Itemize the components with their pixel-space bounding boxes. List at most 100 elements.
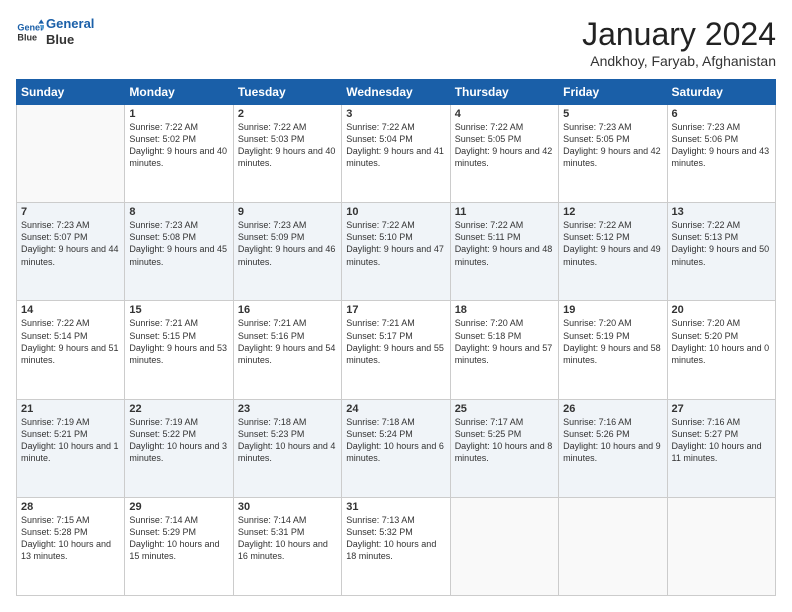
day-number: 22: [129, 403, 228, 415]
day-info: Sunrise: 7:23 AM Sunset: 5:06 PM Dayligh…: [672, 121, 771, 170]
calendar-cell: 30Sunrise: 7:14 AM Sunset: 5:31 PM Dayli…: [233, 497, 341, 595]
day-number: 10: [346, 206, 445, 218]
calendar-cell: 20Sunrise: 7:20 AM Sunset: 5:20 PM Dayli…: [667, 301, 775, 399]
weekday-sunday: Sunday: [17, 80, 125, 105]
calendar-cell: 17Sunrise: 7:21 AM Sunset: 5:17 PM Dayli…: [342, 301, 450, 399]
day-number: 28: [21, 501, 120, 513]
calendar-cell: 9Sunrise: 7:23 AM Sunset: 5:09 PM Daylig…: [233, 203, 341, 301]
day-info: Sunrise: 7:17 AM Sunset: 5:25 PM Dayligh…: [455, 416, 554, 465]
week-row-1: 7Sunrise: 7:23 AM Sunset: 5:07 PM Daylig…: [17, 203, 776, 301]
calendar-cell: 6Sunrise: 7:23 AM Sunset: 5:06 PM Daylig…: [667, 105, 775, 203]
day-number: 8: [129, 206, 228, 218]
calendar-cell: 19Sunrise: 7:20 AM Sunset: 5:19 PM Dayli…: [559, 301, 667, 399]
day-number: 30: [238, 501, 337, 513]
page-header: General Blue General Blue January 2024 A…: [16, 16, 776, 69]
calendar-cell: 2Sunrise: 7:22 AM Sunset: 5:03 PM Daylig…: [233, 105, 341, 203]
logo-text: General Blue: [46, 16, 94, 47]
day-info: Sunrise: 7:22 AM Sunset: 5:13 PM Dayligh…: [672, 219, 771, 268]
day-info: Sunrise: 7:22 AM Sunset: 5:10 PM Dayligh…: [346, 219, 445, 268]
weekday-wednesday: Wednesday: [342, 80, 450, 105]
day-info: Sunrise: 7:20 AM Sunset: 5:20 PM Dayligh…: [672, 317, 771, 366]
week-row-3: 21Sunrise: 7:19 AM Sunset: 5:21 PM Dayli…: [17, 399, 776, 497]
day-info: Sunrise: 7:16 AM Sunset: 5:27 PM Dayligh…: [672, 416, 771, 465]
day-number: 20: [672, 304, 771, 316]
calendar-cell: 11Sunrise: 7:22 AM Sunset: 5:11 PM Dayli…: [450, 203, 558, 301]
calendar-cell: 4Sunrise: 7:22 AM Sunset: 5:05 PM Daylig…: [450, 105, 558, 203]
calendar-cell: 3Sunrise: 7:22 AM Sunset: 5:04 PM Daylig…: [342, 105, 450, 203]
day-number: 6: [672, 108, 771, 120]
calendar-cell: [450, 497, 558, 595]
calendar-cell: 14Sunrise: 7:22 AM Sunset: 5:14 PM Dayli…: [17, 301, 125, 399]
calendar-cell: 27Sunrise: 7:16 AM Sunset: 5:27 PM Dayli…: [667, 399, 775, 497]
day-number: 27: [672, 403, 771, 415]
logo-icon: General Blue: [16, 18, 44, 46]
calendar-cell: [559, 497, 667, 595]
day-info: Sunrise: 7:14 AM Sunset: 5:31 PM Dayligh…: [238, 514, 337, 563]
calendar-cell: 26Sunrise: 7:16 AM Sunset: 5:26 PM Dayli…: [559, 399, 667, 497]
day-number: 1: [129, 108, 228, 120]
day-number: 5: [563, 108, 662, 120]
weekday-thursday: Thursday: [450, 80, 558, 105]
day-info: Sunrise: 7:22 AM Sunset: 5:11 PM Dayligh…: [455, 219, 554, 268]
calendar-cell: 24Sunrise: 7:18 AM Sunset: 5:24 PM Dayli…: [342, 399, 450, 497]
day-info: Sunrise: 7:22 AM Sunset: 5:02 PM Dayligh…: [129, 121, 228, 170]
day-number: 26: [563, 403, 662, 415]
calendar-cell: 7Sunrise: 7:23 AM Sunset: 5:07 PM Daylig…: [17, 203, 125, 301]
calendar-cell: 29Sunrise: 7:14 AM Sunset: 5:29 PM Dayli…: [125, 497, 233, 595]
weekday-monday: Monday: [125, 80, 233, 105]
logo-general: General: [46, 16, 94, 31]
day-number: 23: [238, 403, 337, 415]
day-info: Sunrise: 7:21 AM Sunset: 5:16 PM Dayligh…: [238, 317, 337, 366]
day-number: 3: [346, 108, 445, 120]
day-info: Sunrise: 7:22 AM Sunset: 5:14 PM Dayligh…: [21, 317, 120, 366]
calendar-cell: 16Sunrise: 7:21 AM Sunset: 5:16 PM Dayli…: [233, 301, 341, 399]
weekday-friday: Friday: [559, 80, 667, 105]
day-number: 12: [563, 206, 662, 218]
day-info: Sunrise: 7:22 AM Sunset: 5:03 PM Dayligh…: [238, 121, 337, 170]
day-info: Sunrise: 7:23 AM Sunset: 5:09 PM Dayligh…: [238, 219, 337, 268]
day-number: 4: [455, 108, 554, 120]
weekday-saturday: Saturday: [667, 80, 775, 105]
day-info: Sunrise: 7:21 AM Sunset: 5:15 PM Dayligh…: [129, 317, 228, 366]
day-info: Sunrise: 7:15 AM Sunset: 5:28 PM Dayligh…: [21, 514, 120, 563]
day-info: Sunrise: 7:23 AM Sunset: 5:05 PM Dayligh…: [563, 121, 662, 170]
calendar-cell: 10Sunrise: 7:22 AM Sunset: 5:10 PM Dayli…: [342, 203, 450, 301]
week-row-0: 1Sunrise: 7:22 AM Sunset: 5:02 PM Daylig…: [17, 105, 776, 203]
day-info: Sunrise: 7:18 AM Sunset: 5:23 PM Dayligh…: [238, 416, 337, 465]
calendar-cell: 28Sunrise: 7:15 AM Sunset: 5:28 PM Dayli…: [17, 497, 125, 595]
day-number: 24: [346, 403, 445, 415]
day-number: 19: [563, 304, 662, 316]
day-number: 25: [455, 403, 554, 415]
day-info: Sunrise: 7:19 AM Sunset: 5:22 PM Dayligh…: [129, 416, 228, 465]
calendar-cell: [667, 497, 775, 595]
day-number: 11: [455, 206, 554, 218]
day-number: 7: [21, 206, 120, 218]
calendar-cell: 1Sunrise: 7:22 AM Sunset: 5:02 PM Daylig…: [125, 105, 233, 203]
calendar-table: SundayMondayTuesdayWednesdayThursdayFrid…: [16, 79, 776, 596]
day-number: 21: [21, 403, 120, 415]
calendar-cell: 15Sunrise: 7:21 AM Sunset: 5:15 PM Dayli…: [125, 301, 233, 399]
day-info: Sunrise: 7:18 AM Sunset: 5:24 PM Dayligh…: [346, 416, 445, 465]
calendar-cell: 8Sunrise: 7:23 AM Sunset: 5:08 PM Daylig…: [125, 203, 233, 301]
day-info: Sunrise: 7:19 AM Sunset: 5:21 PM Dayligh…: [21, 416, 120, 465]
day-info: Sunrise: 7:22 AM Sunset: 5:05 PM Dayligh…: [455, 121, 554, 170]
calendar-cell: 25Sunrise: 7:17 AM Sunset: 5:25 PM Dayli…: [450, 399, 558, 497]
svg-text:Blue: Blue: [17, 32, 37, 42]
calendar-cell: 31Sunrise: 7:13 AM Sunset: 5:32 PM Dayli…: [342, 497, 450, 595]
calendar-cell: 5Sunrise: 7:23 AM Sunset: 5:05 PM Daylig…: [559, 105, 667, 203]
day-info: Sunrise: 7:22 AM Sunset: 5:04 PM Dayligh…: [346, 121, 445, 170]
title-section: January 2024 Andkhoy, Faryab, Afghanista…: [582, 16, 776, 69]
day-number: 15: [129, 304, 228, 316]
day-number: 14: [21, 304, 120, 316]
calendar-cell: [17, 105, 125, 203]
day-number: 13: [672, 206, 771, 218]
day-info: Sunrise: 7:21 AM Sunset: 5:17 PM Dayligh…: [346, 317, 445, 366]
weekday-tuesday: Tuesday: [233, 80, 341, 105]
calendar-cell: 12Sunrise: 7:22 AM Sunset: 5:12 PM Dayli…: [559, 203, 667, 301]
day-info: Sunrise: 7:20 AM Sunset: 5:18 PM Dayligh…: [455, 317, 554, 366]
calendar-cell: 23Sunrise: 7:18 AM Sunset: 5:23 PM Dayli…: [233, 399, 341, 497]
day-info: Sunrise: 7:23 AM Sunset: 5:07 PM Dayligh…: [21, 219, 120, 268]
day-info: Sunrise: 7:22 AM Sunset: 5:12 PM Dayligh…: [563, 219, 662, 268]
day-info: Sunrise: 7:20 AM Sunset: 5:19 PM Dayligh…: [563, 317, 662, 366]
week-row-2: 14Sunrise: 7:22 AM Sunset: 5:14 PM Dayli…: [17, 301, 776, 399]
